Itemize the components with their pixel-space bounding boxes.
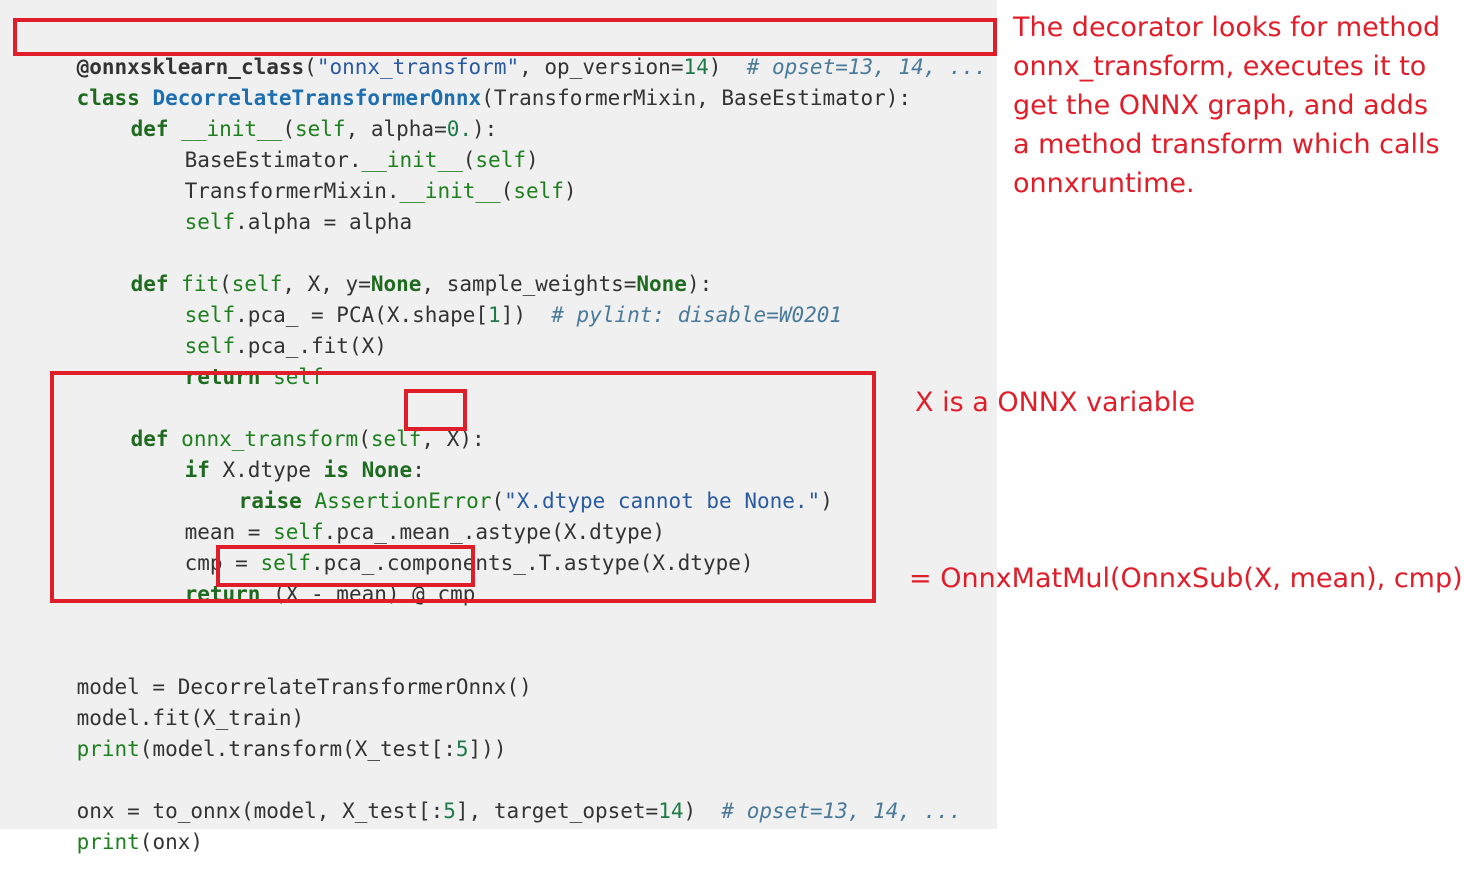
variable-annotation: X is a ONNX variable: [915, 387, 1196, 418]
model-fit-line: model.fit(X_train): [76, 706, 305, 730]
print-transform-line: print(model.transform(X_test[:5])): [76, 737, 507, 761]
x-argument-highlight-box: [404, 389, 467, 431]
decorator-highlight-box: [13, 18, 997, 56]
pylint-comment: # pylint: disable=W0201: [551, 303, 843, 327]
model-line: model = DecorrelateTransformerOnnx(): [76, 675, 532, 699]
fit-def-line: def fit(self, X, y=None, sample_weights=…: [130, 272, 713, 296]
init-body-line-3: self.alpha = alpha: [184, 210, 413, 234]
return-expression-highlight-box: [216, 545, 475, 587]
init-body-line-1: BaseEstimator.__init__(self): [184, 148, 539, 172]
fit-body-line-1: self.pca_ = PCA(X.shape[1]) # pylint: di…: [184, 303, 843, 327]
matmul-annotation: = OnnxMatMul(OnnxSub(X, mean), cmp): [909, 563, 1463, 594]
class-line: class DecorrelateTransformerOnnx(Transfo…: [76, 86, 912, 110]
fit-body-line-2: self.pca_.fit(X): [184, 334, 387, 358]
init-def-line: def __init__(self, alpha=0.):: [130, 117, 498, 141]
init-body-line-2: TransformerMixin.__init__(self): [184, 179, 577, 203]
fit-body-line-3: return self: [184, 365, 324, 389]
print-onx-line: print(onx): [76, 830, 204, 854]
to-onnx-line: onx = to_onnx(model, X_test[:5], target_…: [76, 799, 962, 823]
decorator-annotation: The decorator looks for method onnx_tran…: [1013, 12, 1441, 199]
